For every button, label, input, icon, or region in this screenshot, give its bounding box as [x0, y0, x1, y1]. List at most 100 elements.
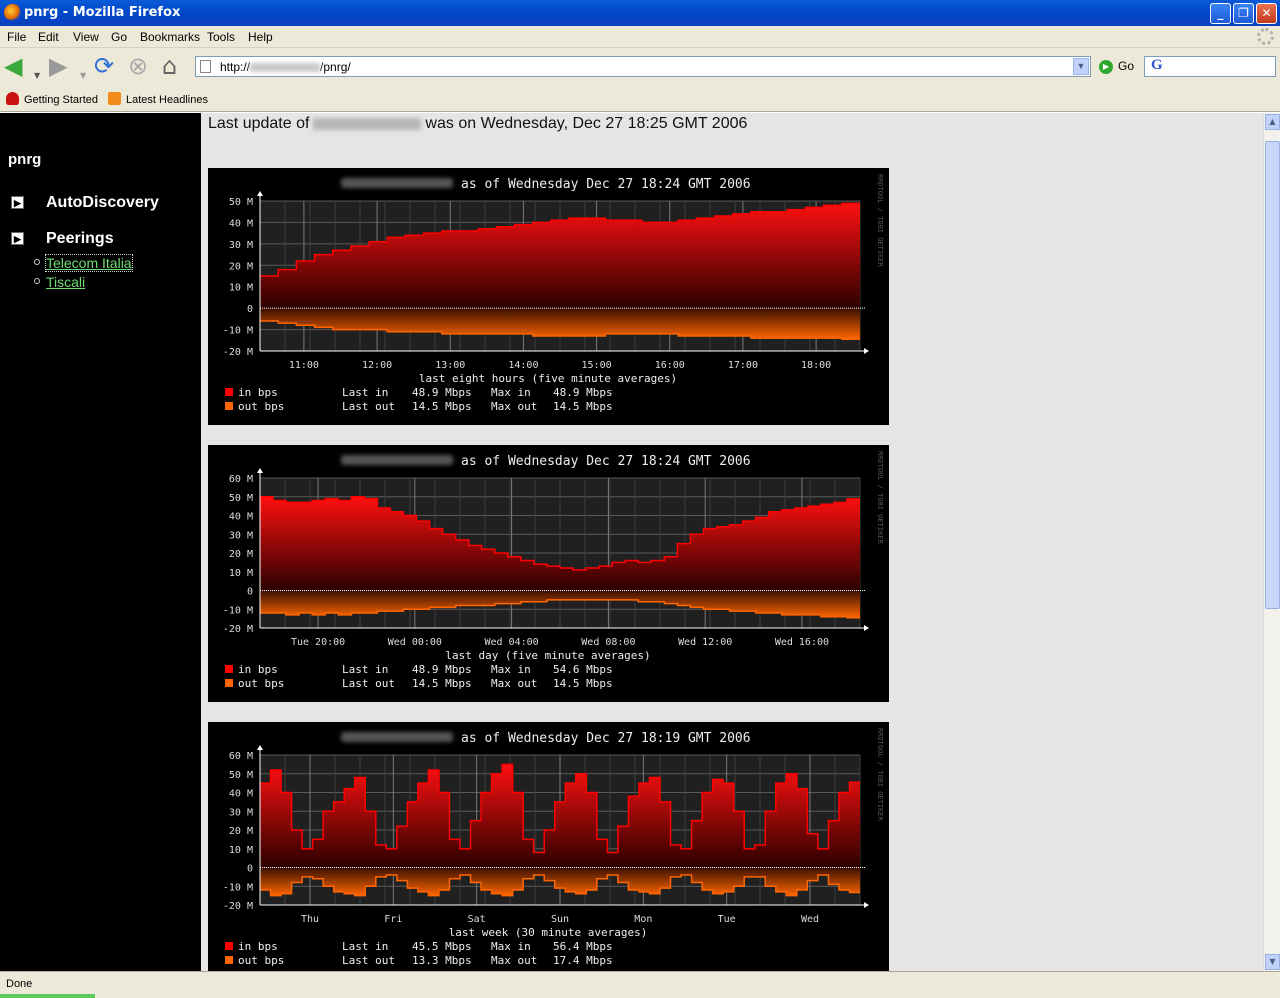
- menu-view[interactable]: View: [73, 30, 99, 44]
- url-prefix: http://: [220, 60, 251, 74]
- menu-go[interactable]: Go: [111, 30, 127, 44]
- maximize-button[interactable]: ❐: [1233, 3, 1254, 24]
- bullet-icon: [34, 259, 40, 265]
- bullet-icon: [34, 278, 40, 284]
- menu-tools[interactable]: Tools: [207, 30, 235, 44]
- go-label: Go: [1118, 59, 1135, 73]
- minimize-button[interactable]: _: [1210, 3, 1231, 24]
- x-axis-arrow: [864, 348, 869, 354]
- forward-icon[interactable]: ▶: [49, 54, 67, 78]
- x-tick-label: Tue 20:00: [291, 637, 345, 648]
- menu-bookmarks[interactable]: Bookmarks: [140, 30, 200, 44]
- status-text: Done: [6, 978, 33, 990]
- legend-label: out bps: [238, 400, 284, 413]
- legend-max-label: Max in: [491, 663, 531, 676]
- y-tick-label: 20 M: [229, 826, 253, 837]
- bookmark-label: Getting Started: [24, 94, 98, 106]
- forward-dropdown-icon[interactable]: ▼: [80, 64, 86, 88]
- chart-title: as of Wednesday Dec 27 18:19 GMT 2006: [461, 731, 751, 746]
- rss-icon: [108, 92, 121, 105]
- x-tick-label: 14:00: [508, 360, 538, 371]
- url-text[interactable]: http:// /pnrg/: [220, 60, 351, 74]
- y-tick-label: -10 M: [223, 605, 253, 616]
- y-tick-label: 0: [247, 304, 253, 315]
- url-host-blurred: [250, 63, 321, 73]
- title-host-blurred: [341, 455, 453, 465]
- url-dropdown-icon[interactable]: ▼: [1073, 58, 1089, 75]
- firefox-icon: [4, 4, 21, 21]
- legend-label: out bps: [238, 954, 284, 967]
- legend-max-label: Max in: [491, 940, 531, 953]
- status-progress: [0, 994, 95, 998]
- x-tick-label: 16:00: [655, 360, 685, 371]
- chart-xlabel: last week (30 minute averages): [449, 926, 648, 939]
- x-tick-label: Thu: [301, 914, 319, 925]
- y-tick-label: 60 M: [229, 474, 253, 485]
- sidebar-item-autodiscovery[interactable]: ▶ AutoDiscovery: [11, 194, 159, 212]
- chart-title: as of Wednesday Dec 27 18:24 GMT 2006: [461, 177, 751, 192]
- legend-max-label: Max out: [491, 954, 537, 967]
- back-icon[interactable]: ◀: [4, 54, 22, 78]
- x-tick-label: Wed 08:00: [581, 637, 635, 648]
- x-tick-label: 18:00: [801, 360, 831, 371]
- sidebar-link-telecom-italia[interactable]: Telecom Italia: [34, 254, 133, 272]
- sidebar-link-tiscali[interactable]: Tiscali: [34, 274, 85, 290]
- x-tick-label: Wed 16:00: [775, 637, 829, 648]
- bookmarks-toolbar: Getting Started Latest Headlines: [0, 86, 1280, 112]
- chart-xlabel: last day (five minute averages): [445, 649, 650, 662]
- legend-swatch: [225, 665, 233, 673]
- reload-icon[interactable]: ⟳: [94, 54, 114, 78]
- page-icon: [200, 60, 211, 73]
- y-tick-label: 10 M: [229, 283, 253, 294]
- back-dropdown-icon[interactable]: ▼: [34, 64, 40, 88]
- traffic-graph-day: 60 M 50 M 40 M 30 M 20 M 10 M 0 -10 M -20 M Tue 2…: [208, 445, 889, 702]
- bookmark-label: Latest Headlines: [126, 94, 208, 106]
- title-host-blurred: [341, 178, 453, 188]
- scroll-down-icon[interactable]: ▼: [1265, 954, 1280, 970]
- y-tick-label: -20 M: [223, 901, 253, 912]
- y-tick-label: 50 M: [229, 770, 253, 781]
- close-button[interactable]: ✕: [1256, 3, 1277, 24]
- y-tick-label: 60 M: [229, 751, 253, 762]
- bookmark-latest-headlines[interactable]: Latest Headlines: [108, 92, 208, 106]
- y-tick-label: 20 M: [229, 549, 253, 560]
- go-icon: ▶: [1099, 59, 1113, 74]
- search-input[interactable]: G: [1144, 56, 1276, 77]
- url-bar[interactable]: http:// /pnrg/ ▼: [195, 56, 1091, 77]
- go-button[interactable]: ▶ Go: [1099, 59, 1134, 74]
- y-tick-label: 30 M: [229, 530, 253, 541]
- vertical-scrollbar[interactable]: ▲ ▼: [1263, 113, 1280, 971]
- chart-xlabel: last eight hours (five minute averages): [419, 372, 677, 385]
- throbber-icon: [1257, 28, 1274, 45]
- y-tick-label: 30 M: [229, 240, 253, 251]
- bookmark-getting-started[interactable]: Getting Started: [6, 92, 98, 106]
- menu-file[interactable]: File: [7, 30, 26, 44]
- x-tick-label: 15:00: [582, 360, 612, 371]
- legend-max-value: 14.5 Mbps: [553, 400, 613, 413]
- expand-arrow-icon: ▶: [11, 232, 24, 245]
- sidebar-item-peerings[interactable]: ▶ Peerings: [11, 230, 114, 248]
- scroll-thumb[interactable]: [1265, 141, 1280, 609]
- home-icon[interactable]: ⌂: [162, 54, 177, 78]
- link-telecom-italia[interactable]: Telecom Italia: [45, 254, 133, 272]
- y-tick-label: -20 M: [223, 624, 253, 635]
- menu-help[interactable]: Help: [248, 30, 273, 44]
- y-tick-label: 40 M: [229, 512, 253, 523]
- legend-last-label: Last out: [342, 677, 395, 690]
- chart-title: as of Wednesday Dec 27 18:24 GMT 2006: [461, 454, 751, 469]
- legend-swatch: [225, 402, 233, 410]
- legend-last-value: 45.5 Mbps: [412, 940, 472, 953]
- x-tick-label: Sat: [468, 914, 486, 925]
- link-tiscali[interactable]: Tiscali: [46, 274, 85, 290]
- x-tick-label: 13:00: [435, 360, 465, 371]
- scroll-up-icon[interactable]: ▲: [1265, 114, 1280, 130]
- redhat-icon: [6, 92, 19, 105]
- legend-swatch: [225, 956, 233, 964]
- menu-edit[interactable]: Edit: [38, 30, 59, 44]
- x-tick-label: Sun: [551, 914, 569, 925]
- y-tick-label: 40 M: [229, 789, 253, 800]
- stop-icon[interactable]: ⊗: [128, 54, 148, 78]
- chart-watermark: RRDTOOL / TOBI OETIKER: [876, 174, 884, 268]
- title-host-blurred: [341, 732, 453, 742]
- y-tick-label: 0: [247, 587, 253, 598]
